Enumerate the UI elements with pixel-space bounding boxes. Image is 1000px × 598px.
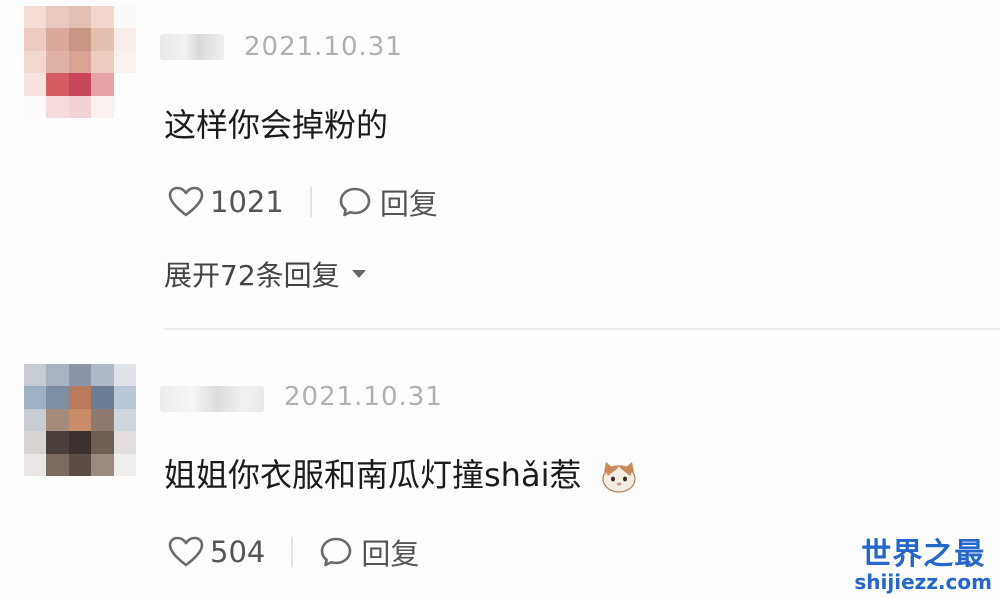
site-watermark: 世界之最 shijiezz.com [854,537,992,594]
comment-text: 姐姐你衣服和南瓜灯撞shǎi惹 [164,450,638,496]
reply-bubble-icon [321,537,352,567]
username-blurred[interactable] [160,34,224,60]
expand-replies-button[interactable]: 展开72条回复 [164,254,366,294]
watermark-url: shijiezz.com [854,570,992,594]
comment-list: 2021.10.31 这样你会掉粉的 1021 回复 展开72条回复 2021.… [0,0,1000,598]
comment-item: 2021.10.31 这样你会掉粉的 1021 回复 展开72条回复 [0,0,1000,330]
like-button[interactable]: 504 [168,535,265,569]
reply-label: 回复 [361,537,420,571]
comment-separator [164,328,1000,330]
heart-icon [168,536,204,567]
action-divider [309,187,312,217]
like-button[interactable]: 1021 [168,185,284,219]
comment-item: 2021.10.31 姐姐你衣服和南瓜灯撞shǎi惹 504 回复 [0,356,1000,598]
caret-down-icon [351,270,366,278]
like-count: 1021 [210,185,284,219]
reply-bubble-icon [339,187,371,217]
reply-button[interactable]: 回复 [319,531,419,573]
expand-replies-label: 展开72条回复 [164,259,340,292]
comment-actions: 1021 回复 [168,182,438,222]
heart-icon [168,186,204,217]
username-blurred[interactable] [160,386,264,412]
watermark-title: 世界之最 [861,537,986,572]
like-count: 504 [210,535,266,569]
reply-button[interactable]: 回复 [338,181,438,223]
avatar[interactable] [24,364,136,476]
action-divider [291,537,294,567]
reply-label: 回复 [379,187,438,221]
avatar[interactable] [24,6,136,118]
comment-actions: 504 回复 [168,532,419,572]
comment-text-content: 姐姐你衣服和南瓜灯撞shǎi惹 [164,456,582,494]
comment-timestamp: 2021.10.31 [284,382,443,412]
comment-timestamp: 2021.10.31 [244,32,403,62]
comment-text: 这样你会掉粉的 [164,106,389,144]
cat-emoji-icon [602,462,636,493]
